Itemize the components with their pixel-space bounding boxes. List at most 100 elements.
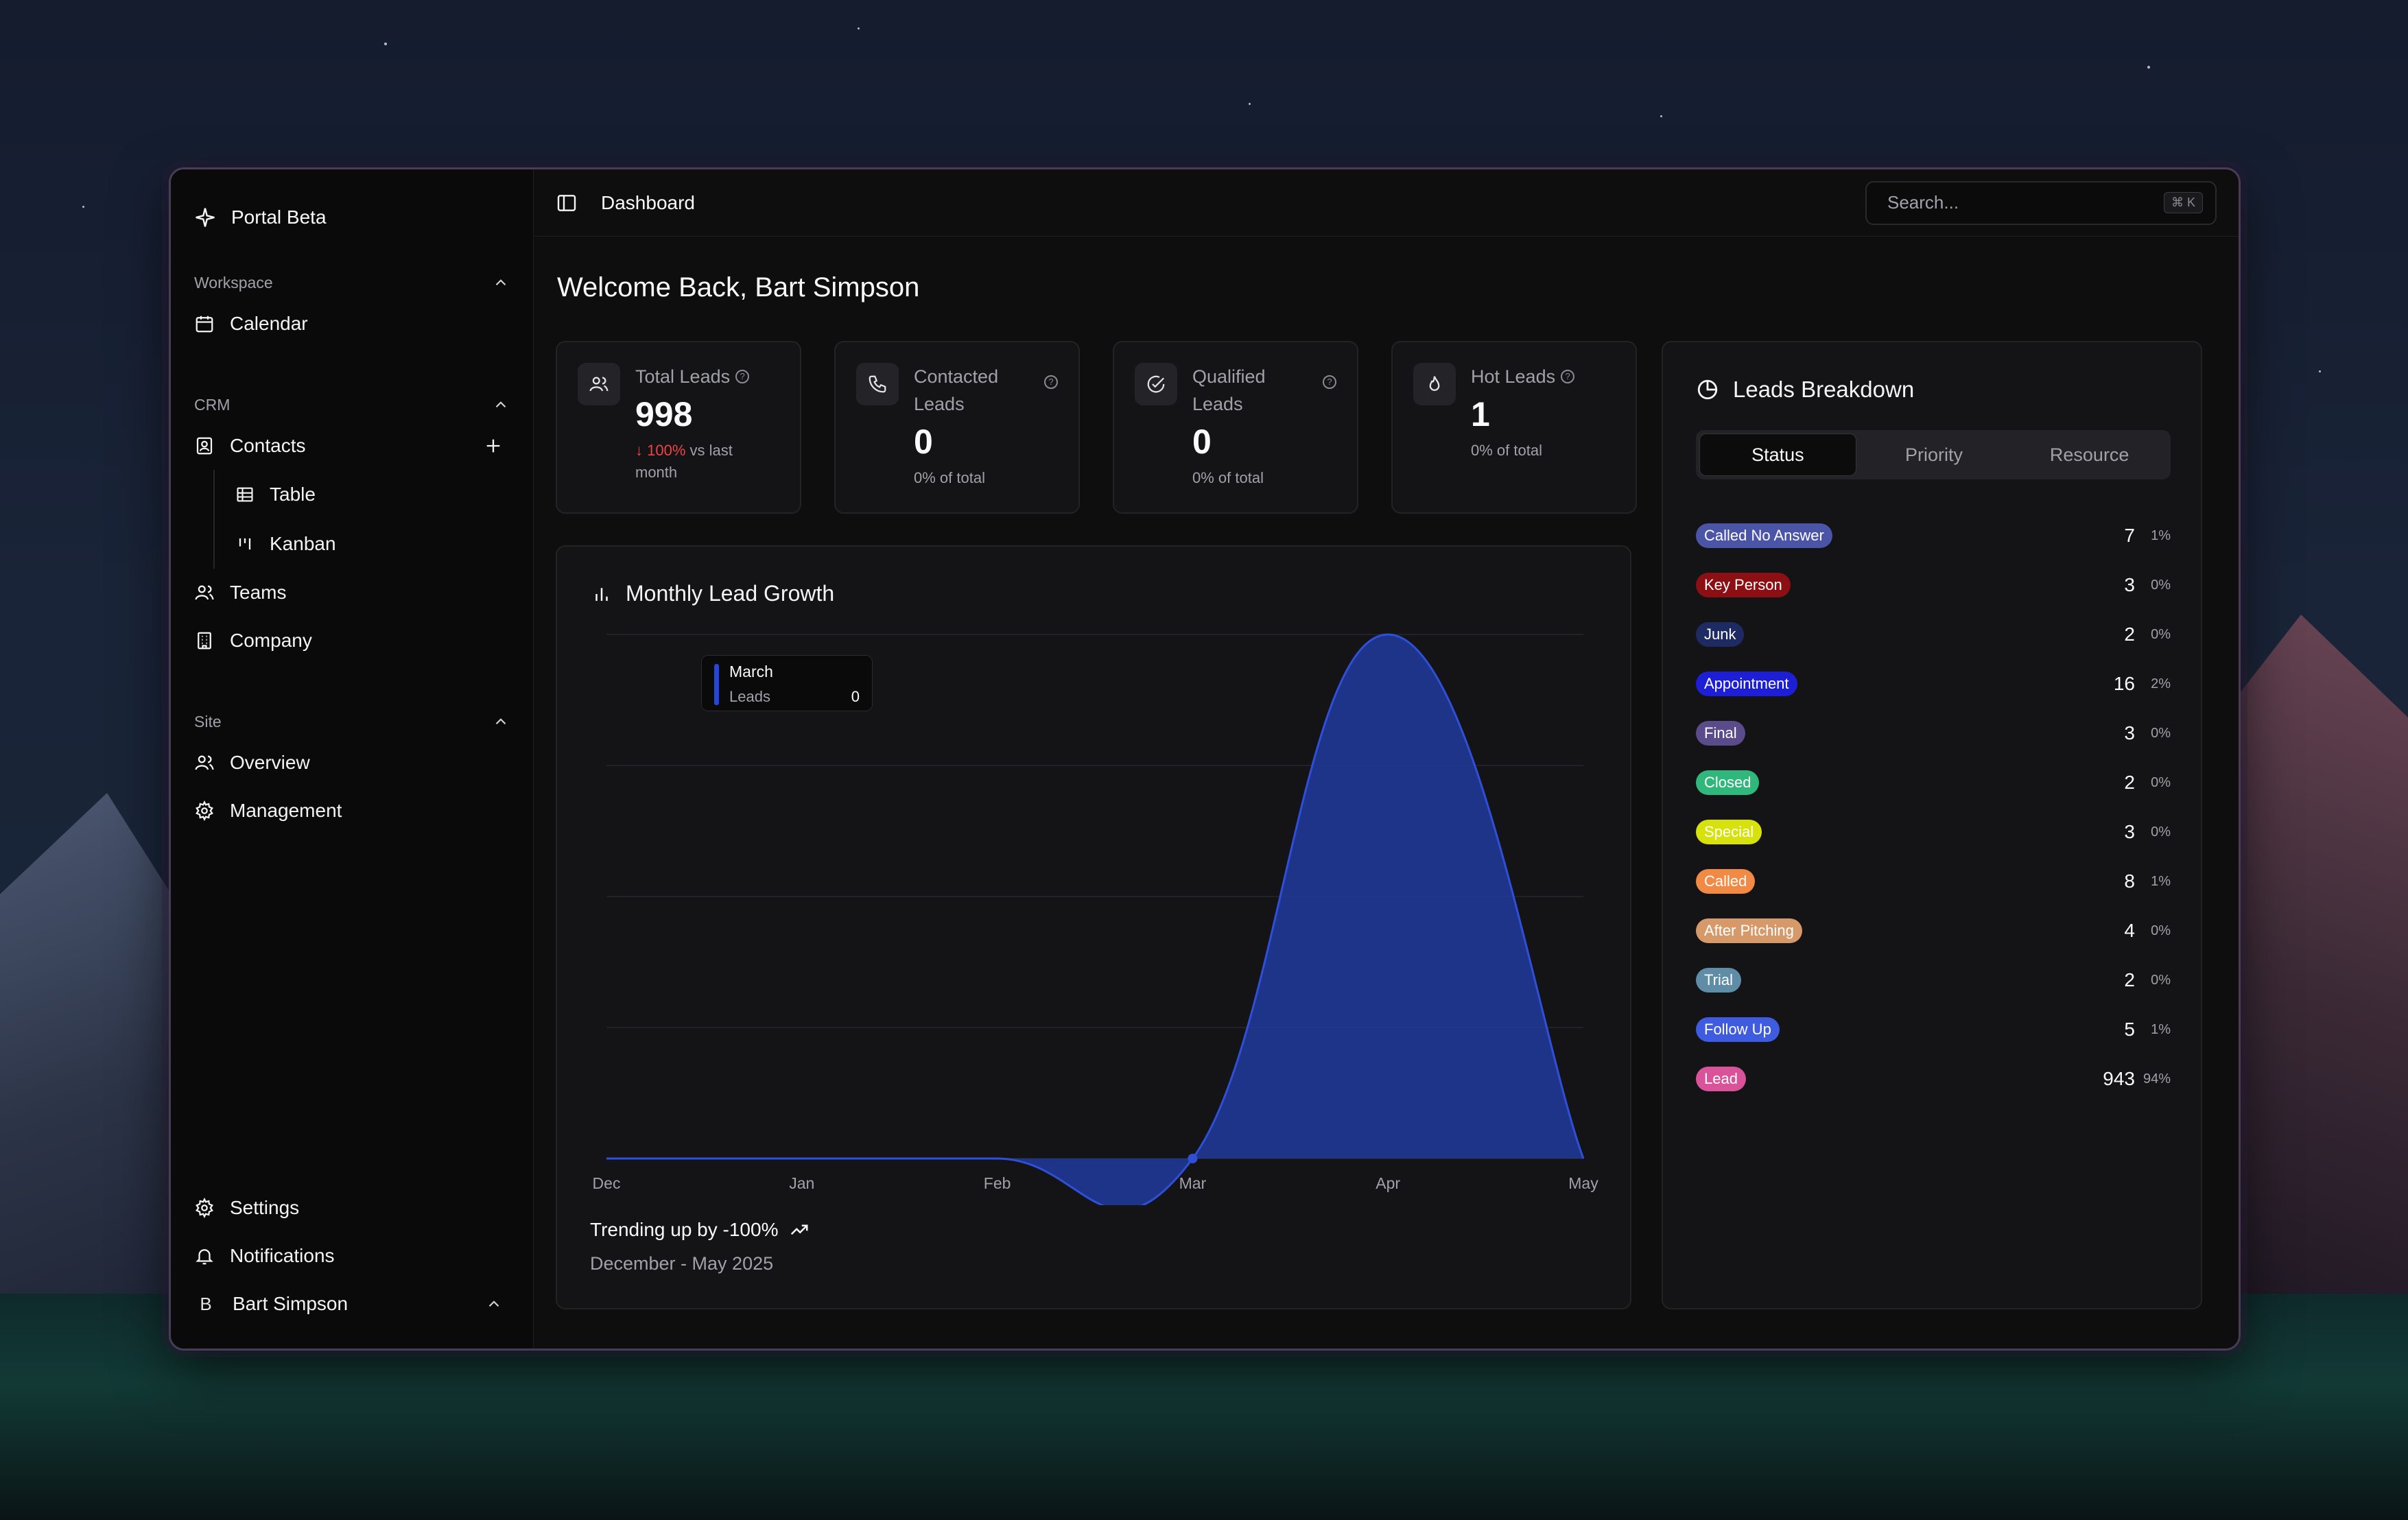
kanban-icon	[239, 538, 251, 550]
area-chart[interactable]: Dec Jan Feb Mar Apr May	[557, 547, 1633, 1205]
help-icon[interactable]: ?	[1044, 375, 1058, 389]
chevron-up-icon	[495, 279, 506, 286]
status-badge: Trial	[1696, 968, 1741, 993]
sidebar-item-settings[interactable]: Settings	[194, 1184, 510, 1232]
add-contact-icon[interactable]	[484, 436, 503, 455]
stat-title: Qualified Leads ?	[1192, 363, 1336, 418]
search-box[interactable]: ⌘ K	[1865, 180, 2217, 225]
brand-title: Portal Beta	[231, 206, 327, 228]
chevron-up-icon	[495, 401, 506, 408]
star	[2319, 370, 2321, 372]
sidebar-item-label: Overview	[230, 752, 310, 773]
user-menu[interactable]: B Bart Simpson	[194, 1280, 510, 1328]
tab-priority[interactable]: Priority	[1856, 434, 2012, 476]
trending-up-icon	[791, 1224, 808, 1235]
sidebar-item-teams[interactable]: Teams	[194, 569, 510, 617]
site-section-toggle[interactable]: Site	[194, 704, 510, 739]
series-area[interactable]	[606, 634, 1583, 1205]
status-percent: 1%	[2151, 1021, 2171, 1037]
search-input[interactable]	[1887, 192, 2164, 213]
list-item[interactable]: Key Person 3 0%	[1696, 560, 2171, 610]
status-badge: Follow Up	[1696, 1017, 1780, 1042]
status-badge: Special	[1696, 820, 1762, 844]
trend-summary: Trending up by -100%	[590, 1219, 810, 1241]
star	[2147, 66, 2150, 69]
tab-status[interactable]: Status	[1699, 434, 1856, 476]
sidebar-item-notifications[interactable]: Notifications	[194, 1232, 510, 1280]
list-item[interactable]: Closed 2 0%	[1696, 758, 2171, 807]
list-item[interactable]: Called No Answer 7 1%	[1696, 511, 2171, 560]
sidebar-item-calendar[interactable]: Calendar	[194, 300, 510, 348]
status-badge: Called	[1696, 869, 1756, 894]
contacts-submenu: Table Kanban	[213, 470, 510, 569]
status-percent: 2%	[2151, 676, 2171, 691]
stat-title-text: Contacted Leads	[914, 366, 999, 414]
date-range: December - May 2025	[590, 1253, 774, 1274]
sidebar-item-company[interactable]: Company	[194, 617, 510, 665]
help-icon[interactable]: ?	[735, 370, 750, 383]
list-item[interactable]: Called 8 1%	[1696, 857, 2171, 906]
status-percent: 1%	[2151, 527, 2171, 543]
crm-label: CRM	[194, 395, 231, 414]
phone-icon	[856, 363, 899, 405]
tooltip-label: Leads	[729, 688, 770, 705]
table-icon	[237, 487, 253, 502]
sidebar-item-kanban[interactable]: Kanban	[235, 519, 510, 569]
list-item[interactable]: Final 3 0%	[1696, 709, 2171, 758]
bell-icon	[196, 1249, 213, 1265]
sidebar-item-overview[interactable]: Overview	[194, 739, 510, 787]
status-count: 2	[2124, 772, 2135, 793]
sidebar-item-management[interactable]: Management	[194, 787, 510, 835]
workspace-section-toggle[interactable]: Workspace	[194, 265, 510, 300]
users-icon	[195, 585, 214, 600]
pie-chart-icon	[1697, 379, 1718, 400]
trend-text: Trending up by -100%	[590, 1219, 779, 1240]
star	[1660, 115, 1662, 117]
sidebar-toggle-icon[interactable]	[556, 192, 578, 214]
status-badge: Appointment	[1696, 672, 1797, 696]
flame-icon	[1413, 363, 1456, 405]
list-item[interactable]: Follow Up 5 1%	[1696, 1005, 2171, 1054]
status-count: 16	[2113, 673, 2135, 694]
tooltip-series-swatch	[714, 664, 719, 705]
x-tick-label: Apr	[1376, 1174, 1400, 1192]
list-item[interactable]: Trial 2 0%	[1696, 955, 2171, 1005]
sidebar-item-label: Notifications	[230, 1245, 335, 1266]
list-item[interactable]: Special 3 0%	[1696, 807, 2171, 857]
stat-title: Hot Leads ?	[1471, 363, 1575, 390]
status-percent: 1%	[2151, 873, 2171, 889]
stat-value: 0	[1192, 423, 1212, 461]
sidebar-item-table[interactable]: Table	[235, 470, 510, 519]
star	[858, 27, 860, 29]
stat-card-total-leads: Total Leads ? 998 ↓ 100% vs last month	[556, 341, 801, 514]
sidebar-item-label: Settings	[230, 1197, 300, 1218]
tab-resource[interactable]: Resource	[2011, 434, 2167, 476]
data-point-mar[interactable]	[1188, 1154, 1198, 1163]
list-item[interactable]: After Pitching 4 0%	[1696, 906, 2171, 955]
chevron-up-icon	[495, 718, 506, 725]
gear-icon	[196, 800, 213, 821]
sidebar-item-label: Contacts	[230, 435, 306, 456]
check-circle-icon	[1135, 363, 1177, 405]
tooltip-month: March	[729, 663, 773, 680]
star	[82, 206, 84, 208]
list-item[interactable]: Junk 2 0%	[1696, 610, 2171, 659]
status-badge: After Pitching	[1696, 918, 1802, 943]
help-icon[interactable]: ?	[1561, 370, 1575, 383]
status-count: 8	[2124, 870, 2135, 892]
status-count: 2	[2124, 624, 2135, 645]
search-shortcut: ⌘ K	[2163, 192, 2203, 213]
sidebar: Portal Beta Workspace Calendar CRM Conta…	[171, 169, 533, 1349]
crm-section-toggle[interactable]: CRM	[194, 388, 510, 422]
breadcrumb[interactable]: Dashboard	[601, 192, 695, 214]
stat-change-value: 100%	[647, 442, 686, 459]
help-icon[interactable]: ?	[1323, 375, 1336, 389]
x-tick-label: Jan	[789, 1174, 814, 1192]
sidebar-item-contacts[interactable]: Contacts	[194, 422, 510, 470]
list-item[interactable]: Lead 943 94%	[1696, 1054, 2171, 1104]
brand[interactable]: Portal Beta	[194, 197, 510, 238]
stat-title-text: Total Leads	[635, 366, 731, 387]
status-count: 3	[2124, 574, 2135, 595]
list-item[interactable]: Appointment 16 2%	[1696, 659, 2171, 709]
stat-title: Total Leads ?	[635, 363, 759, 390]
